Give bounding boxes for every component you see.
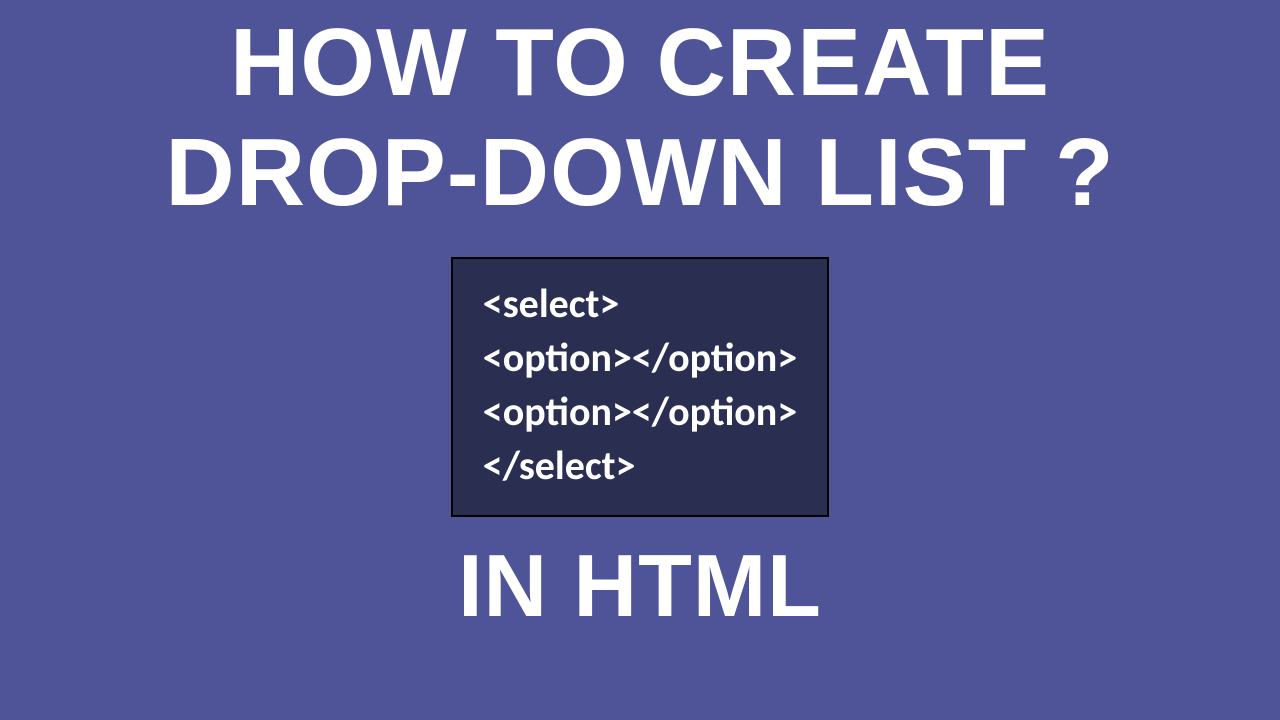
code-line-3: <option></option> — [483, 385, 797, 439]
main-title: HOW TO CREATE DROP-DOWN LIST ? — [165, 8, 1114, 229]
footer-text: IN HTML — [458, 535, 822, 637]
title-line-1: HOW TO CREATE — [230, 9, 1050, 116]
code-line-4: </select> — [483, 439, 797, 493]
title-line-2: DROP-DOWN LIST ? — [165, 119, 1114, 226]
code-line-2: <option></option> — [483, 331, 797, 385]
code-line-1: <select> — [483, 277, 797, 331]
code-example-box: <select> <option></option> <option></opt… — [451, 257, 829, 517]
